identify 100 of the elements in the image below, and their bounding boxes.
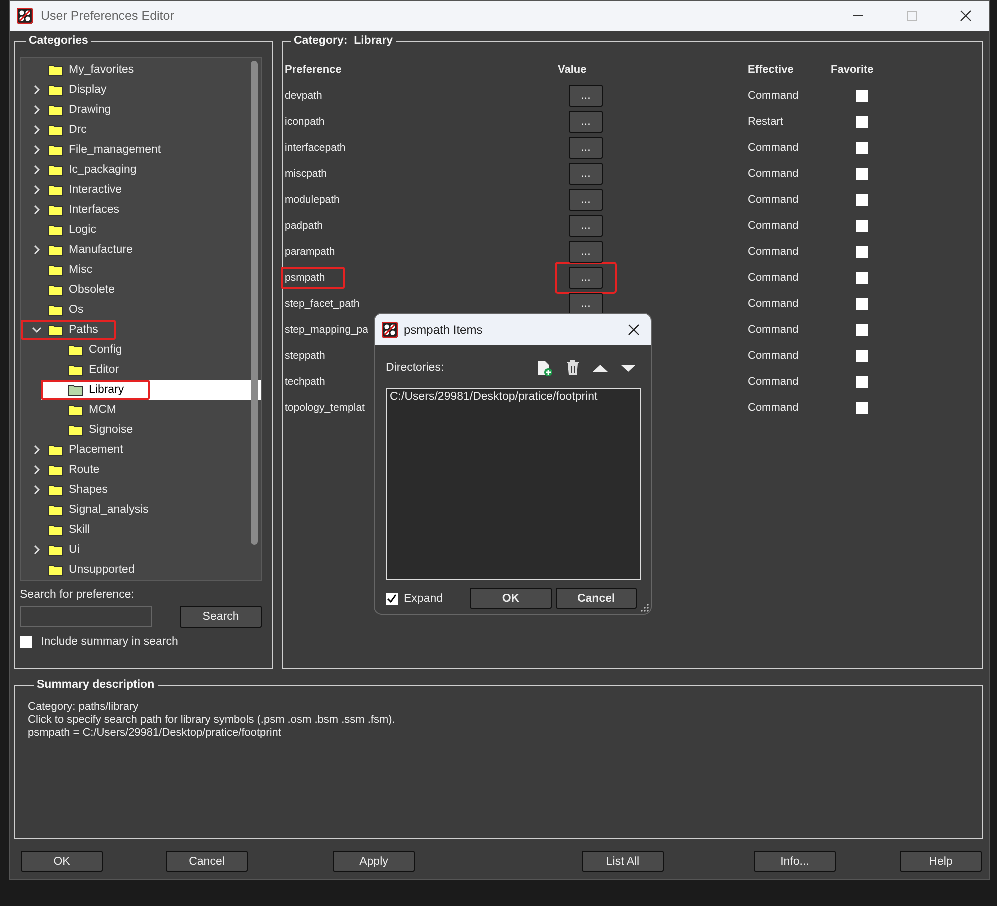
tree-item[interactable]: MCM — [41, 400, 261, 420]
tree-item[interactable]: Unsupported — [21, 560, 241, 580]
folder-icon — [68, 344, 83, 356]
dialog-button[interactable]: List All — [582, 851, 664, 872]
dialog-button[interactable]: Cancel — [166, 851, 248, 872]
add-file-icon[interactable] — [537, 360, 553, 376]
tree-item[interactable]: Signoise — [41, 420, 261, 440]
favorite-checkbox[interactable] — [856, 246, 868, 258]
search-button[interactable]: Search — [180, 606, 262, 628]
folder-icon — [68, 404, 83, 416]
search-label: Search for preference: — [20, 589, 136, 601]
dialog-button[interactable]: OK — [470, 588, 552, 609]
tree-item[interactable]: Route — [21, 460, 241, 480]
trash-icon[interactable] — [566, 360, 580, 376]
chevron-right-icon[interactable] — [32, 165, 42, 175]
column-header: Value — [558, 64, 587, 76]
tree-item[interactable]: Editor — [41, 360, 261, 380]
folder-icon — [48, 464, 63, 476]
tree-item[interactable]: Config — [41, 340, 261, 360]
browse-button[interactable]: ... — [569, 293, 603, 315]
tree-item[interactable]: Misc — [21, 260, 241, 280]
browse-button[interactable]: ... — [569, 189, 603, 211]
folder-icon — [48, 524, 63, 536]
chevron-right-icon[interactable] — [32, 125, 42, 135]
tree-item[interactable]: Placement — [21, 440, 241, 460]
tree-item[interactable]: Obsolete — [21, 280, 241, 300]
tree-item[interactable]: My_favorites — [21, 60, 241, 80]
tree-item[interactable]: Library — [41, 380, 261, 400]
tree-item[interactable]: Ui — [21, 540, 241, 560]
chevron-down-icon[interactable] — [32, 325, 42, 335]
browse-button[interactable]: ... — [569, 215, 603, 237]
checkbox[interactable] — [20, 636, 32, 648]
favorite-checkbox[interactable] — [856, 142, 868, 154]
tree-item[interactable]: Drawing — [21, 100, 241, 120]
favorite-checkbox[interactable] — [856, 350, 868, 362]
folder-icon — [48, 64, 63, 76]
tree-item[interactable]: Ic_packaging — [21, 160, 241, 180]
folder-icon — [48, 224, 63, 236]
preference-name: steppath — [285, 350, 326, 362]
chevron-right-icon[interactable] — [32, 145, 42, 155]
favorite-checkbox[interactable] — [856, 402, 868, 414]
tree-item[interactable]: Os — [21, 300, 241, 320]
dialog-button[interactable]: Info... — [754, 851, 836, 872]
favorite-checkbox[interactable] — [856, 168, 868, 180]
browse-button[interactable]: ... — [569, 241, 603, 263]
favorite-checkbox[interactable] — [856, 272, 868, 284]
folder-icon — [48, 104, 63, 116]
browse-button[interactable]: ... — [569, 267, 603, 289]
chevron-right-icon[interactable] — [32, 105, 42, 115]
dialog-button[interactable]: OK — [21, 851, 103, 872]
dialog-button[interactable]: Apply — [333, 851, 415, 872]
chevron-right-icon[interactable] — [32, 465, 42, 475]
preference-name: miscpath — [285, 168, 328, 180]
tree-item[interactable]: Manufacture — [21, 240, 241, 260]
favorite-checkbox[interactable] — [856, 116, 868, 128]
browse-button[interactable]: ... — [569, 111, 603, 133]
folder-icon — [48, 484, 63, 496]
tree-item[interactable]: Interactive — [21, 180, 241, 200]
tree-item[interactable]: Shapes — [21, 480, 241, 500]
effective-cell-text: Command — [748, 272, 800, 284]
favorite-checkbox[interactable] — [856, 324, 868, 336]
tree-item[interactable]: Signal_analysis — [21, 500, 241, 520]
directory-item[interactable]: C:/Users/29981/Desktop/pratice/footprint — [390, 391, 637, 403]
browse-button[interactable]: ... — [569, 85, 603, 107]
preference-name: iconpath — [285, 116, 325, 128]
chevron-right-icon[interactable] — [32, 445, 42, 455]
scrollbar-thumb[interactable] — [251, 61, 258, 545]
chevron-right-icon[interactable] — [32, 245, 42, 255]
tree-item[interactable]: File_management — [21, 140, 241, 160]
tree-item[interactable]: Paths — [21, 320, 241, 340]
dialog-button[interactable]: Help — [900, 851, 982, 872]
browse-button[interactable]: ... — [569, 137, 603, 159]
summary-line: psmpath = C:/Users/29981/Desktop/pratice/footprint — [28, 727, 282, 740]
preference-name: step_facet_path — [285, 298, 360, 310]
favorite-checkbox[interactable] — [856, 298, 868, 310]
chevron-right-icon[interactable] — [32, 185, 42, 195]
move-up-icon[interactable] — [593, 364, 608, 372]
chevron-right-icon[interactable] — [32, 545, 42, 555]
tree-item[interactable]: Interfaces — [21, 200, 241, 220]
favorite-checkbox[interactable] — [856, 194, 868, 206]
resize-grip-icon[interactable] — [641, 604, 649, 612]
favorite-checkbox[interactable] — [856, 220, 868, 232]
dialog-button[interactable]: Cancel — [556, 588, 637, 609]
chevron-right-icon[interactable] — [32, 85, 42, 95]
group-title: Category: Library — [293, 35, 394, 47]
tree-item[interactable]: Logic — [21, 220, 241, 240]
browse-button[interactable]: ... — [569, 163, 603, 185]
move-down-icon[interactable] — [621, 364, 636, 372]
favorite-checkbox[interactable] — [856, 376, 868, 388]
chevron-right-icon[interactable] — [32, 205, 42, 215]
tree-item[interactable]: Display — [21, 80, 241, 100]
search-field[interactable] — [20, 606, 152, 627]
checkbox[interactable] — [386, 592, 398, 604]
close-icon[interactable] — [627, 322, 641, 336]
tree-item[interactable]: Drc — [21, 120, 241, 140]
effective-cell-text: Command — [748, 324, 800, 336]
tree-item[interactable]: Skill — [21, 520, 241, 540]
chevron-right-icon[interactable] — [32, 485, 42, 495]
favorite-checkbox[interactable] — [856, 90, 868, 102]
effective-cell-text: Command — [748, 90, 800, 102]
